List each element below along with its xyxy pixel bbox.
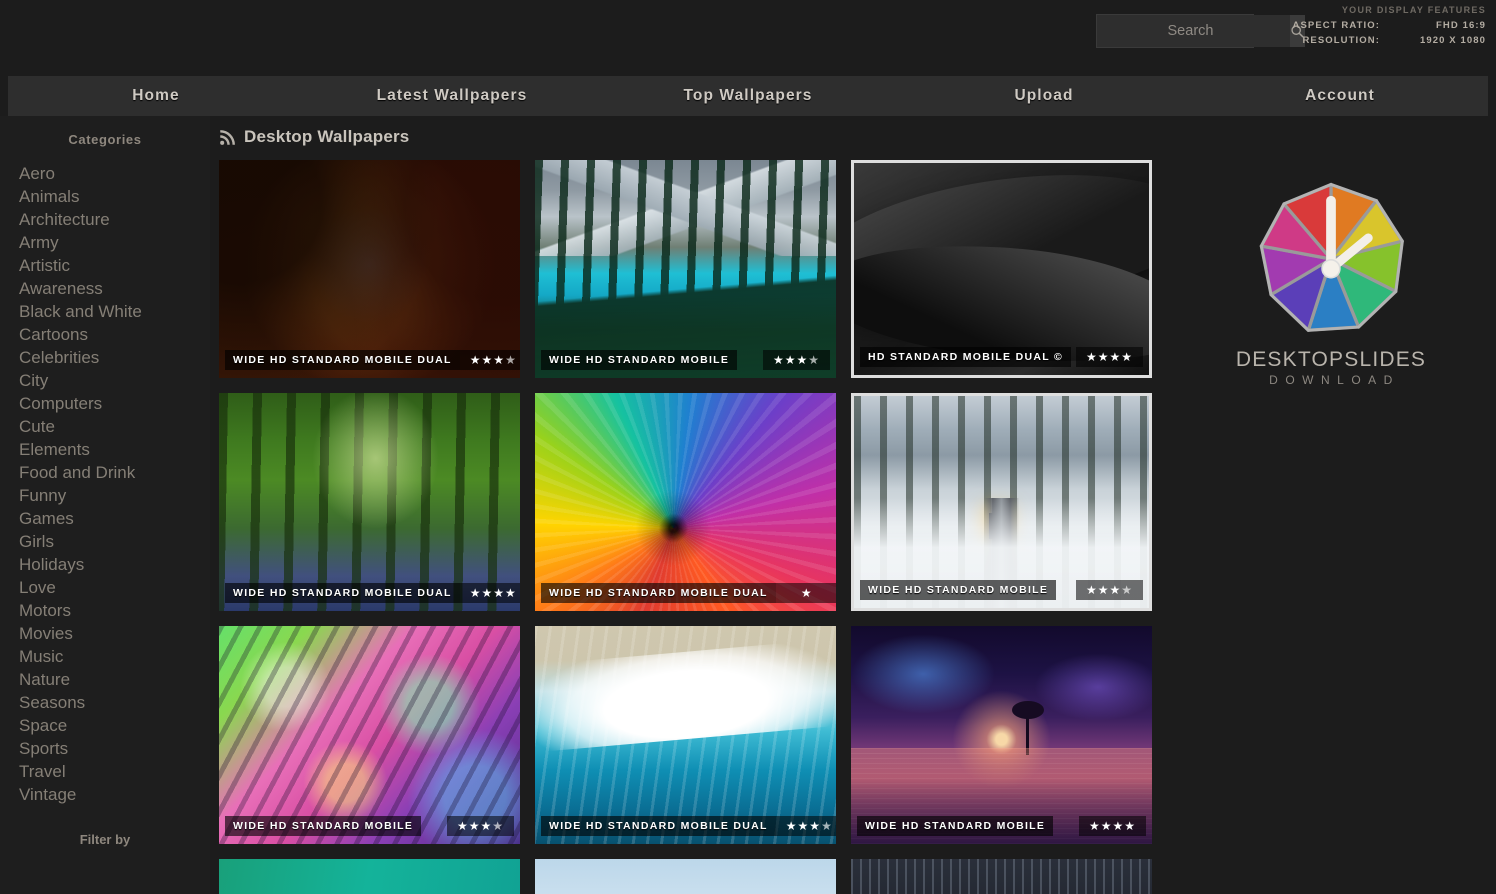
- search-box[interactable]: [1096, 14, 1254, 48]
- wallpaper-thumbnail: [854, 396, 1149, 608]
- aspect-ratio-value: FHD 16:9: [1390, 18, 1486, 33]
- sidebar-item-funny[interactable]: Funny: [19, 484, 210, 507]
- sidebar-item-food-and-drink[interactable]: Food and Drink: [19, 461, 210, 484]
- top-bar: YOUR DISPLAY FEATURES ASPECT RATIO: FHD …: [0, 0, 1496, 76]
- sidebar-item-city[interactable]: City: [19, 369, 210, 392]
- sidebar-item-artistic[interactable]: Artistic: [19, 254, 210, 277]
- nav-item-account[interactable]: Account: [1192, 87, 1488, 105]
- sidebar-item-architecture[interactable]: Architecture: [19, 208, 210, 231]
- wallpaper-thumbnail: [219, 393, 520, 611]
- sidebar-item-motors[interactable]: Motors: [19, 599, 210, 622]
- brand-name: DESKTOPSLIDES: [1236, 348, 1426, 372]
- wallpaper-card[interactable]: WIDE HD STANDARD MOBILE ★★★★: [219, 626, 520, 844]
- wallpaper-card[interactable]: WIDE HD STANDARD MOBILE DUAL ★★★★: [219, 160, 520, 378]
- wallpaper-card[interactable]: WIDE HD STANDARD MOBILE ★★★★: [851, 626, 1152, 844]
- wallpaper-thumbnail: [219, 859, 520, 894]
- sidebar-item-space[interactable]: Space: [19, 714, 210, 737]
- aperture-wheel-logo-icon: [1250, 178, 1412, 340]
- sidebar-item-vintage[interactable]: Vintage: [19, 783, 210, 806]
- wallpaper-card[interactable]: HD STANDARD MOBILE DUAL © ★★★★: [851, 160, 1152, 378]
- sidebar: Categories Aero Animals Architecture Arm…: [0, 116, 210, 894]
- wallpaper-thumbnail: [219, 626, 520, 844]
- nav-item-top-wallpapers[interactable]: Top Wallpapers: [600, 87, 896, 105]
- wallpaper-card[interactable]: [219, 859, 520, 894]
- resolution-label: RESOLUTION:: [1302, 33, 1380, 48]
- sidebar-item-celebrities[interactable]: Celebrities: [19, 346, 210, 369]
- aspect-ratio-row: ASPECT RATIO: FHD 16:9: [1293, 18, 1486, 33]
- tree-silhouette-icon: [1026, 713, 1029, 755]
- page-content: Categories Aero Animals Architecture Arm…: [0, 116, 1496, 894]
- sidebar-title: Categories: [0, 132, 210, 147]
- category-list: Aero Animals Architecture Army Artistic …: [0, 162, 210, 806]
- wallpaper-thumbnail: [851, 859, 1152, 894]
- sidebar-item-black-and-white[interactable]: Black and White: [19, 300, 210, 323]
- sidebar-item-army[interactable]: Army: [19, 231, 210, 254]
- wallpaper-card[interactable]: WIDE HD STANDARD MOBILE DUAL ★★★★: [535, 626, 836, 844]
- resolution-row: RESOLUTION: 1920 X 1080: [1293, 33, 1486, 48]
- wallpaper-thumbnail: [535, 160, 836, 378]
- wallpaper-card[interactable]: WIDE HD STANDARD MOBILE ★★★★: [535, 160, 836, 378]
- rss-icon: [219, 129, 236, 146]
- sidebar-item-holidays[interactable]: Holidays: [19, 553, 210, 576]
- sidebar-item-elements[interactable]: Elements: [19, 438, 210, 461]
- wallpaper-thumbnail: [535, 626, 836, 844]
- display-features: YOUR DISPLAY FEATURES ASPECT RATIO: FHD …: [1293, 3, 1486, 48]
- sidebar-item-cute[interactable]: Cute: [19, 415, 210, 438]
- sidebar-item-love[interactable]: Love: [19, 576, 210, 599]
- sidebar-item-computers[interactable]: Computers: [19, 392, 210, 415]
- sidebar-item-girls[interactable]: Girls: [19, 530, 210, 553]
- sidebar-item-awareness[interactable]: Awareness: [19, 277, 210, 300]
- wallpaper-thumbnail: [535, 393, 836, 611]
- sidebar-item-travel[interactable]: Travel: [19, 760, 210, 783]
- sidebar-item-games[interactable]: Games: [19, 507, 210, 530]
- wallpaper-thumbnail: [535, 859, 836, 894]
- section-header: Desktop Wallpapers: [219, 124, 1166, 150]
- brand-subtitle: DOWNLOAD: [1236, 373, 1426, 387]
- wallpaper-gallery: Desktop Wallpapers WIDE HD STANDARD MOBI…: [210, 116, 1166, 894]
- search-input[interactable]: [1097, 15, 1290, 47]
- nav-item-home[interactable]: Home: [8, 87, 304, 105]
- wallpaper-card[interactable]: WIDE HD STANDARD MOBILE DUAL ★: [535, 393, 836, 611]
- main-nav: Home Latest Wallpapers Top Wallpapers Up…: [8, 76, 1488, 116]
- brand-text: DESKTOPSLIDES DOWNLOAD: [1236, 348, 1426, 387]
- wallpaper-card[interactable]: WIDE HD STANDARD MOBILE ★★★★: [851, 393, 1152, 611]
- sidebar-item-animals[interactable]: Animals: [19, 185, 210, 208]
- wallpaper-thumbnail: [851, 626, 1152, 844]
- filter-by-title: Filter by: [0, 832, 210, 847]
- nav-item-latest-wallpapers[interactable]: Latest Wallpapers: [304, 87, 600, 105]
- brand-rail: DESKTOPSLIDES DOWNLOAD: [1166, 116, 1496, 894]
- wallpaper-thumbnail: [854, 163, 1149, 375]
- aspect-ratio-label: ASPECT RATIO:: [1293, 18, 1380, 33]
- sidebar-item-music[interactable]: Music: [19, 645, 210, 668]
- nav-item-upload[interactable]: Upload: [896, 87, 1192, 105]
- sidebar-item-movies[interactable]: Movies: [19, 622, 210, 645]
- wallpaper-card[interactable]: [851, 859, 1152, 894]
- train-light-icon: [989, 513, 1005, 539]
- wallpaper-grid: WIDE HD STANDARD MOBILE DUAL ★★★★ WIDE H…: [219, 160, 1152, 894]
- wallpaper-card[interactable]: [535, 859, 836, 894]
- display-features-title: YOUR DISPLAY FEATURES: [1293, 3, 1486, 18]
- resolution-value: 1920 X 1080: [1390, 33, 1486, 48]
- wallpaper-thumbnail: [219, 160, 520, 378]
- sidebar-item-nature[interactable]: Nature: [19, 668, 210, 691]
- sidebar-item-sports[interactable]: Sports: [19, 737, 210, 760]
- wallpaper-card[interactable]: WIDE HD STANDARD MOBILE DUAL ★★★★: [219, 393, 520, 611]
- section-title: Desktop Wallpapers: [244, 127, 409, 147]
- sidebar-item-aero[interactable]: Aero: [19, 162, 210, 185]
- sidebar-item-seasons[interactable]: Seasons: [19, 691, 210, 714]
- sidebar-item-cartoons[interactable]: Cartoons: [19, 323, 210, 346]
